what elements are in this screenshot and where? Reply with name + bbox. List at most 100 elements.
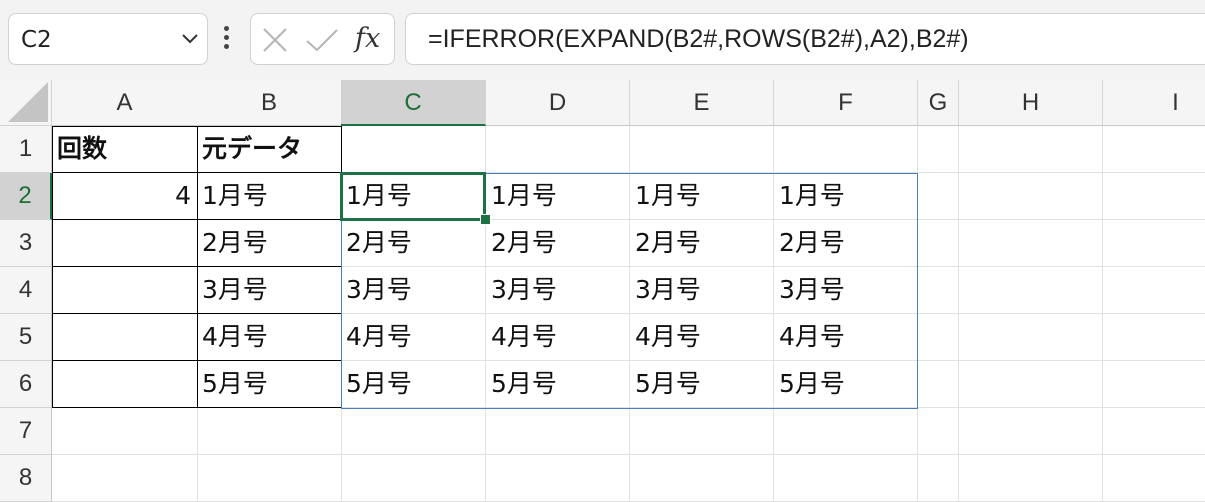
column-header-i[interactable]: I xyxy=(1103,80,1205,126)
column-header-a[interactable]: A xyxy=(52,80,198,126)
cell-f3[interactable]: 2月号 xyxy=(774,220,918,267)
column-header-d[interactable]: D xyxy=(486,80,630,126)
cell-d2[interactable]: 1月号 xyxy=(486,173,630,220)
cell-a8[interactable] xyxy=(52,455,198,502)
column-header-e[interactable]: E xyxy=(630,80,774,126)
cell-a1[interactable]: 回数 xyxy=(52,126,198,173)
cell-e2[interactable]: 1月号 xyxy=(630,173,774,220)
cell-a3[interactable] xyxy=(52,220,198,267)
cell-d6[interactable]: 5月号 xyxy=(486,361,630,408)
name-box-value: C2 xyxy=(21,27,52,53)
cell-b5[interactable]: 4月号 xyxy=(197,314,342,361)
row-header-2[interactable]: 2 xyxy=(0,173,52,220)
enter-check-icon[interactable] xyxy=(305,26,339,54)
cell-e4[interactable]: 3月号 xyxy=(630,267,774,314)
cell-i7[interactable] xyxy=(1103,408,1205,455)
row-header-6[interactable]: 6 xyxy=(0,361,52,408)
cell-g6[interactable] xyxy=(918,361,959,408)
cell-d5[interactable]: 4月号 xyxy=(486,314,630,361)
cell-h5[interactable] xyxy=(959,314,1103,361)
row-header-8[interactable]: 8 xyxy=(0,455,52,502)
cell-c8[interactable] xyxy=(341,455,486,502)
row-header-7[interactable]: 7 xyxy=(0,408,52,455)
formula-bar-area: C2 fx =IFERROR(EXPAND(B2#,ROWS(B2#),A2),… xyxy=(0,0,1205,80)
row-header-4[interactable]: 4 xyxy=(0,267,52,314)
cell-b2[interactable]: 1月号 xyxy=(197,173,342,220)
cell-a4[interactable] xyxy=(52,267,198,314)
cell-d4[interactable]: 3月号 xyxy=(486,267,630,314)
cell-b6[interactable]: 5月号 xyxy=(197,361,342,408)
cell-b4[interactable]: 3月号 xyxy=(197,267,342,314)
cell-e1[interactable] xyxy=(630,126,774,173)
cell-c3[interactable]: 2月号 xyxy=(341,220,486,267)
cell-c7[interactable] xyxy=(341,408,486,455)
row-header-5[interactable]: 5 xyxy=(0,314,52,361)
formula-input[interactable]: =IFERROR(EXPAND(B2#,ROWS(B2#),A2),B2#) xyxy=(405,13,1205,65)
cell-f1[interactable] xyxy=(774,126,918,173)
cell-c4[interactable]: 3月号 xyxy=(341,267,486,314)
cell-d1[interactable] xyxy=(486,126,630,173)
cell-i8[interactable] xyxy=(1103,455,1205,502)
cell-d3[interactable]: 2月号 xyxy=(486,220,630,267)
column-header-h[interactable]: H xyxy=(959,80,1103,126)
name-box[interactable]: C2 xyxy=(8,13,208,65)
cell-f6[interactable]: 5月号 xyxy=(774,361,918,408)
column-header-g[interactable]: G xyxy=(918,80,959,126)
column-header-c[interactable]: C xyxy=(341,80,486,126)
cell-f4[interactable]: 3月号 xyxy=(774,267,918,314)
cell-e7[interactable] xyxy=(630,408,774,455)
cell-i5[interactable] xyxy=(1103,314,1205,361)
insert-function-icon[interactable]: fx xyxy=(355,23,380,54)
cell-b8[interactable] xyxy=(197,455,342,502)
cell-g1[interactable] xyxy=(918,126,959,173)
cell-h7[interactable] xyxy=(959,408,1103,455)
cell-b7[interactable] xyxy=(197,408,342,455)
cell-c5[interactable]: 4月号 xyxy=(341,314,486,361)
cell-a5[interactable] xyxy=(52,314,198,361)
cell-f2[interactable]: 1月号 xyxy=(774,173,918,220)
row-header-1[interactable]: 1 xyxy=(0,126,52,173)
cell-f8[interactable] xyxy=(774,455,918,502)
cell-c1[interactable] xyxy=(341,126,486,173)
column-header-f[interactable]: F xyxy=(774,80,918,126)
cell-e3[interactable]: 2月号 xyxy=(630,220,774,267)
cell-e5[interactable]: 4月号 xyxy=(630,314,774,361)
cell-a2[interactable]: 4 xyxy=(52,173,198,220)
cell-h3[interactable] xyxy=(959,220,1103,267)
cell-g3[interactable] xyxy=(918,220,959,267)
cell-g5[interactable] xyxy=(918,314,959,361)
more-options-icon[interactable] xyxy=(222,26,230,54)
cell-g2[interactable] xyxy=(918,173,959,220)
cell-d8[interactable] xyxy=(486,455,630,502)
cell-c6[interactable]: 5月号 xyxy=(341,361,486,408)
column-header-b[interactable]: B xyxy=(197,80,342,126)
formula-text: =IFERROR(EXPAND(B2#,ROWS(B2#),A2),B2#) xyxy=(428,25,969,53)
cell-h4[interactable] xyxy=(959,267,1103,314)
cell-f7[interactable] xyxy=(774,408,918,455)
cell-g7[interactable] xyxy=(918,408,959,455)
cell-h6[interactable] xyxy=(959,361,1103,408)
select-all-button[interactable] xyxy=(0,80,52,126)
cell-h1[interactable] xyxy=(959,126,1103,173)
cell-i4[interactable] xyxy=(1103,267,1205,314)
cell-b1[interactable]: 元データ xyxy=(197,126,342,173)
row-header-3[interactable]: 3 xyxy=(0,220,52,267)
cell-i3[interactable] xyxy=(1103,220,1205,267)
cell-g8[interactable] xyxy=(918,455,959,502)
cell-g4[interactable] xyxy=(918,267,959,314)
cell-a7[interactable] xyxy=(52,408,198,455)
chevron-down-icon[interactable] xyxy=(181,33,199,45)
cell-i1[interactable] xyxy=(1103,126,1205,173)
cell-b3[interactable]: 2月号 xyxy=(197,220,342,267)
cell-e8[interactable] xyxy=(630,455,774,502)
cell-f5[interactable]: 4月号 xyxy=(774,314,918,361)
cell-d7[interactable] xyxy=(486,408,630,455)
cell-e6[interactable]: 5月号 xyxy=(630,361,774,408)
cell-a6[interactable] xyxy=(52,361,198,408)
cell-h2[interactable] xyxy=(959,173,1103,220)
cell-h8[interactable] xyxy=(959,455,1103,502)
cell-c2[interactable]: 1月号 xyxy=(341,173,486,220)
cell-i6[interactable] xyxy=(1103,361,1205,408)
cell-i2[interactable] xyxy=(1103,173,1205,220)
cancel-icon[interactable] xyxy=(261,26,289,54)
